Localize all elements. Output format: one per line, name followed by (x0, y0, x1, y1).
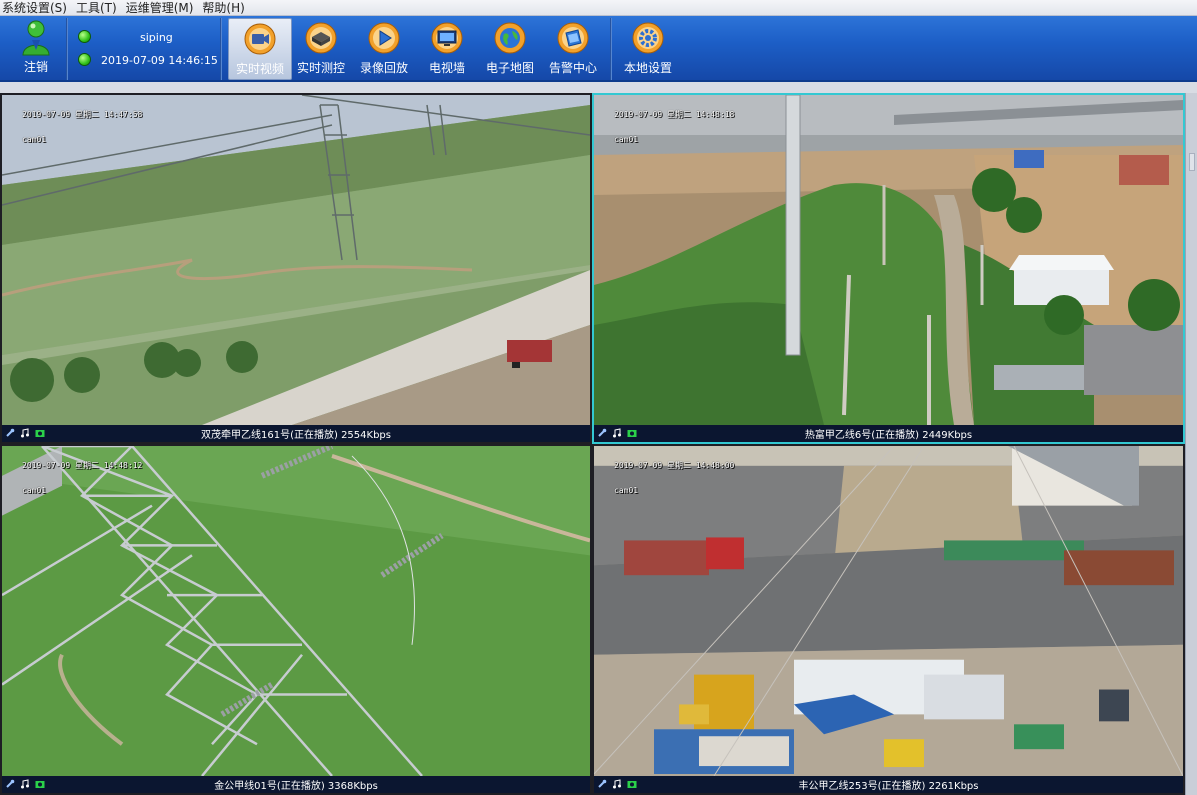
realtime-control-label: 实时测控 (296, 61, 345, 75)
user-icon (22, 20, 50, 56)
osd-camera-id: cam01 (614, 135, 639, 144)
local-settings-button[interactable]: 本地设置 (616, 18, 680, 80)
connection-status (78, 30, 91, 43)
video-caption: 丰公甲乙线253号(正在播放) 2261Kbps (798, 781, 979, 792)
main-window: 系统设置(S) 工具(T) 运维管理(M) 帮助(H) 注销 siping 20… (0, 0, 1197, 795)
osd-datetime: 2019-07-09 星期二 14:47:58 (22, 110, 143, 119)
router-icon (305, 22, 337, 54)
toolbar-separator (66, 18, 68, 80)
audio-icon[interactable] (612, 779, 622, 789)
video-cell-3[interactable]: 2019-07-09 星期二 14:48:12 cam01 金公甲线01号(正在… (0, 444, 592, 795)
live-video-label: 实时视频 (235, 62, 284, 76)
snapshot-icon[interactable] (627, 428, 637, 438)
toolbar-separator (610, 18, 612, 80)
side-scrollbar[interactable] (1185, 93, 1197, 795)
tv-wall-button[interactable]: 电视墙 (415, 18, 479, 80)
play-icon (368, 22, 400, 54)
video-caption-bar: 丰公甲乙线253号(正在播放) 2261Kbps (594, 776, 1183, 793)
video-caption-bar: 热富甲乙线6号(正在播放) 2449Kbps (594, 425, 1183, 442)
menu-bar: 系统设置(S) 工具(T) 运维管理(M) 帮助(H) (0, 0, 1197, 16)
menu-system-settings[interactable]: 系统设置(S) (0, 0, 74, 16)
globe-icon (494, 22, 526, 54)
toolbar-separator (220, 18, 222, 80)
video-feed-1: 2019-07-09 星期二 14:47:58 cam01 (2, 95, 590, 425)
logout-label: 注销 (23, 60, 48, 74)
osd-camera-id: cam01 (22, 486, 47, 495)
status-led-icon (78, 53, 91, 66)
snapshot-icon[interactable] (627, 779, 637, 789)
video-caption: 热富甲乙线6号(正在播放) 2449Kbps (804, 430, 973, 441)
monitor-icon (431, 22, 463, 54)
audio-icon[interactable] (20, 428, 30, 438)
status-led-icon (78, 30, 91, 43)
time-status (78, 53, 91, 66)
emap-label: 电子地图 (485, 61, 534, 75)
gear-icon (632, 22, 664, 54)
video-feed-2: 2019-07-09 星期二 14:48:18 cam01 (594, 95, 1183, 425)
osd-datetime: 2019-07-09 星期二 14:48:12 (22, 461, 143, 470)
username: siping (140, 31, 173, 44)
logout-button[interactable]: 注销 (14, 20, 58, 78)
video-cell-1[interactable]: 2019-07-09 星期二 14:47:58 cam01 双茂牵甲乙线161号… (0, 93, 592, 444)
video-caption: 双茂牵甲乙线161号(正在播放) 2554Kbps (201, 430, 391, 441)
menu-tools[interactable]: 工具(T) (74, 0, 124, 16)
live-video-button[interactable]: 实时视频 (228, 18, 292, 80)
video-grid: 2019-07-09 星期二 14:47:58 cam01 双茂牵甲乙线161号… (0, 93, 1185, 795)
mic-icon[interactable] (597, 779, 607, 789)
audio-icon[interactable] (612, 428, 622, 438)
tv-wall-label: 电视墙 (428, 61, 465, 75)
osd-camera-id: cam01 (22, 135, 47, 144)
osd-camera-id: cam01 (614, 486, 639, 495)
playback-label: 录像回放 (359, 61, 408, 75)
scroll-thumb[interactable] (1189, 153, 1195, 171)
mic-icon[interactable] (5, 779, 15, 789)
video-caption-bar: 双茂牵甲乙线161号(正在播放) 2554Kbps (2, 425, 590, 442)
osd-datetime: 2019-07-09 星期二 14:48:00 (614, 461, 735, 470)
alarm-icon (557, 22, 589, 54)
osd-datetime: 2019-07-09 星期二 14:48:18 (614, 110, 735, 119)
local-settings-label: 本地设置 (623, 61, 672, 75)
mic-icon[interactable] (5, 428, 15, 438)
video-caption: 金公甲线01号(正在播放) 3368Kbps (214, 781, 378, 792)
alarm-center-button[interactable]: 告警中心 (541, 18, 605, 80)
audio-icon[interactable] (20, 779, 30, 789)
playback-button[interactable]: 录像回放 (352, 18, 416, 80)
menu-help[interactable]: 帮助(H) (200, 0, 251, 16)
realtime-control-button[interactable]: 实时测控 (289, 18, 353, 80)
camera-icon (244, 23, 276, 55)
login-datetime: 2019-07-09 14:46:15 (101, 54, 218, 67)
menu-ops-management[interactable]: 运维管理(M) (124, 0, 201, 16)
emap-button[interactable]: 电子地图 (478, 18, 542, 80)
video-cell-2[interactable]: 2019-07-09 星期二 14:48:18 cam01 热富甲乙线6号(正在… (592, 93, 1185, 444)
mic-icon[interactable] (597, 428, 607, 438)
snapshot-icon[interactable] (35, 779, 45, 789)
alarm-center-label: 告警中心 (548, 61, 597, 75)
toolbar: 注销 siping 2019-07-09 14:46:15 实时视频 实时测控 … (0, 16, 1197, 82)
snapshot-icon[interactable] (35, 428, 45, 438)
video-cell-4[interactable]: 2019-07-09 星期二 14:48:00 cam01 丰公甲乙线253号(… (592, 444, 1185, 795)
video-caption-bar: 金公甲线01号(正在播放) 3368Kbps (2, 776, 590, 793)
video-feed-3: 2019-07-09 星期二 14:48:12 cam01 (2, 446, 590, 776)
video-feed-4: 2019-07-09 星期二 14:48:00 cam01 (594, 446, 1183, 776)
